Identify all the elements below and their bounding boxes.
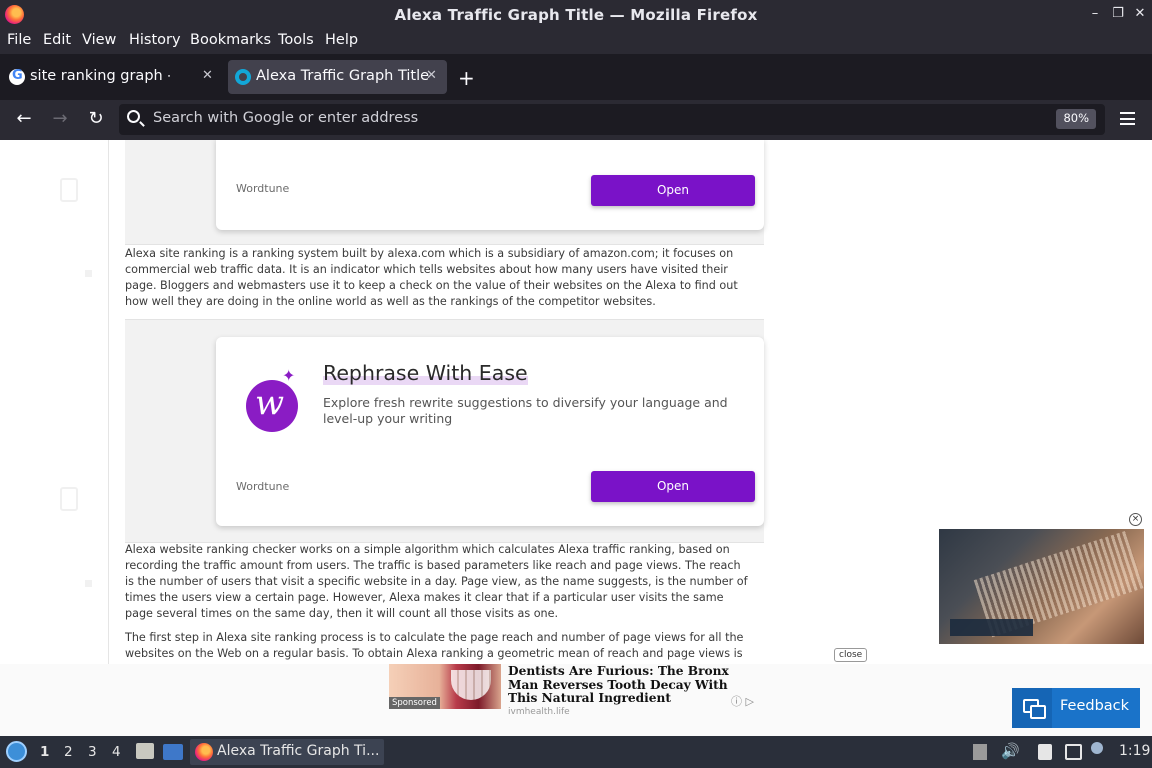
floating-video-ad[interactable]	[939, 529, 1144, 644]
feedback-chat-icon	[1012, 688, 1052, 728]
maximize-button[interactable]: ❐	[1109, 6, 1127, 21]
ad-open-button[interactable]: Open	[591, 175, 755, 206]
ghost-doc-icon	[60, 178, 78, 202]
ad-description: Explore fresh rewrite suggestions to div…	[323, 395, 728, 426]
window-title: Alexa Traffic Graph Title — Mozilla Fire…	[394, 6, 758, 24]
tab-label: site ranking graph - Goo	[30, 68, 170, 84]
close-window-button[interactable]: ✕	[1131, 6, 1149, 21]
wordtune-ad-card[interactable]: w ✦ Rephrase With Ease Explore fresh rew…	[216, 337, 764, 526]
hamburger-menu-icon[interactable]	[1120, 112, 1135, 125]
menu-edit[interactable]: Edit	[43, 32, 71, 48]
taskbar-firefox-task[interactable]: Alexa Traffic Graph Ti...	[190, 739, 384, 765]
video-caption-bar	[950, 619, 1033, 636]
clipboard-icon[interactable]	[1038, 744, 1052, 760]
new-tab-plus-icon[interactable]: +	[458, 66, 475, 90]
page-viewport: Wordtune Open Alexa site ranking is a ra…	[0, 140, 1152, 664]
ad-brand: Wordtune	[236, 480, 290, 493]
tab-site-ranking-graph[interactable]: site ranking graph - Goo ✕	[0, 60, 220, 94]
tab-label: Alexa Traffic Graph Title	[256, 68, 430, 84]
close-ad-button[interactable]: close	[834, 648, 868, 662]
window-titlebar: Alexa Traffic Graph Title — Mozilla Fire…	[0, 0, 1152, 30]
address-bar[interactable]: Search with Google or enter address 80%	[119, 104, 1105, 135]
ad-open-button[interactable]: Open	[591, 471, 755, 502]
start-menu-icon[interactable]	[6, 741, 27, 762]
sparkle-icon: ✦	[282, 366, 296, 385]
back-arrow-icon[interactable]: ←	[12, 108, 36, 129]
ad-headline[interactable]: Dentists Are Furious: The Bronx Man Reve…	[508, 664, 753, 706]
tab-close-icon[interactable]: ✕	[426, 68, 437, 83]
battery-icon[interactable]	[973, 744, 987, 760]
minimize-button[interactable]: –	[1086, 6, 1104, 21]
volume-icon[interactable]: 🔊	[1001, 742, 1020, 760]
menu-history[interactable]: History	[129, 32, 181, 48]
ad-title: Rephrase With Ease	[323, 361, 528, 385]
navigation-bar: ← → ↻ Search with Google or enter addres…	[0, 100, 1152, 140]
workspace-4[interactable]: 4	[112, 744, 121, 760]
article-paragraph: Alexa website ranking checker works on a…	[125, 543, 748, 620]
task-label: Alexa Traffic Graph Ti...	[217, 743, 380, 759]
bottom-sticky-ad: Sponsored Dentists Are Furious: The Bron…	[0, 664, 1152, 736]
menu-file[interactable]: File	[7, 32, 31, 48]
article-paragraph: The first step in Alexa site ranking pro…	[125, 631, 744, 660]
article-paragraph: Alexa site ranking is a ranking system b…	[125, 247, 738, 308]
video-close-icon[interactable]: ×	[1129, 513, 1142, 526]
menu-view[interactable]: View	[82, 32, 116, 48]
ghost-dot	[85, 270, 92, 277]
notification-icon[interactable]	[1091, 742, 1103, 754]
search-icon	[127, 110, 140, 123]
ghost-doc-icon	[60, 487, 78, 511]
network-icon[interactable]	[1065, 744, 1082, 760]
zoom-level-badge[interactable]: 80%	[1056, 109, 1096, 129]
firefox-icon	[195, 743, 213, 761]
wordtune-ad-card[interactable]: Wordtune Open	[216, 140, 764, 230]
ad-container: w ✦ Rephrase With Ease Explore fresh rew…	[125, 319, 764, 543]
wordtune-logo-icon: w	[246, 380, 298, 432]
clock[interactable]: 1:19	[1119, 743, 1150, 759]
workspace-1[interactable]: 1	[40, 744, 49, 760]
menu-bar: File Edit View History Bookmarks Tools H…	[0, 30, 1152, 54]
google-icon	[9, 68, 25, 85]
ghost-dot	[85, 580, 92, 587]
reload-icon[interactable]: ↻	[84, 108, 108, 129]
forward-arrow-icon[interactable]: →	[48, 108, 72, 129]
feedback-button[interactable]: Feedback	[1012, 688, 1140, 728]
tab-close-icon[interactable]: ✕	[202, 68, 213, 83]
file-manager-icon[interactable]	[136, 743, 154, 759]
desktop-icon[interactable]	[163, 744, 183, 760]
taskbar: 1 2 3 4 Alexa Traffic Graph Ti... 🔊 1:19	[0, 736, 1152, 768]
menu-help[interactable]: Help	[325, 32, 358, 48]
tab-strip: site ranking graph - Goo ✕ Alexa Traffic…	[0, 54, 1152, 100]
ad-brand: Wordtune	[236, 182, 290, 195]
ad-container: Wordtune Open	[125, 140, 764, 245]
ad-source: ivmhealth.life	[508, 707, 570, 715]
feedback-label: Feedback	[1060, 698, 1130, 714]
adchoices-icon[interactable]: ⓘ ▷	[731, 693, 754, 709]
menu-tools[interactable]: Tools	[278, 32, 314, 48]
sponsored-label: Sponsored	[389, 697, 440, 709]
address-placeholder: Search with Google or enter address	[153, 110, 419, 126]
menu-bookmarks[interactable]: Bookmarks	[190, 32, 271, 48]
workspace-3[interactable]: 3	[88, 744, 97, 760]
column-divider	[108, 140, 109, 664]
tab-alexa-traffic-graph[interactable]: Alexa Traffic Graph Title ✕	[228, 60, 447, 94]
workspace-2[interactable]: 2	[64, 744, 73, 760]
site-favicon-icon	[235, 69, 251, 85]
